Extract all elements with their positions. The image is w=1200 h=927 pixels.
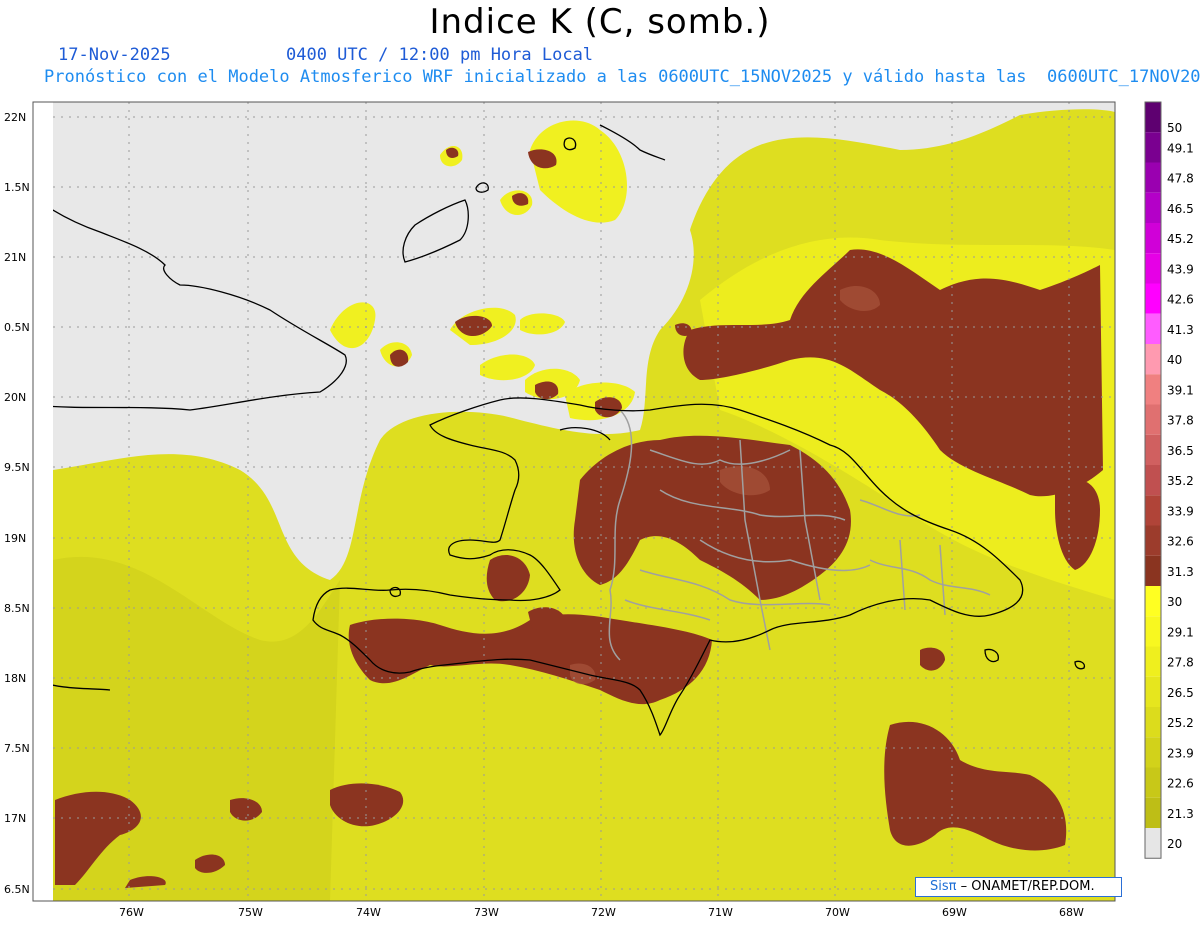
latitude-labels: 22N 1.5N 21N 0.5N 20N 9.5N 19N 8.5N 18N … — [4, 111, 30, 896]
colorbar-label: 45.2 — [1167, 232, 1194, 246]
svg-text:20N: 20N — [4, 391, 26, 404]
colorbar-label: 37.8 — [1167, 414, 1194, 428]
colorbar-label: 35.2 — [1167, 474, 1194, 488]
colorbar-swatch — [1145, 676, 1161, 707]
colorbar-swatch — [1145, 797, 1161, 828]
colorbar-label: 41.3 — [1167, 323, 1194, 337]
colorbar-label: 26.5 — [1167, 686, 1194, 700]
colorbar-swatch — [1145, 586, 1161, 617]
svg-text:76W: 76W — [119, 906, 144, 919]
svg-text:22N: 22N — [4, 111, 26, 124]
sispi-logo: Sisπ — [930, 879, 957, 894]
svg-text:8.5N: 8.5N — [4, 602, 30, 615]
colorbar-label: 47.8 — [1167, 172, 1194, 186]
colorbar-label: 29.1 — [1167, 625, 1194, 639]
longitude-labels: 76W 75W 74W 73W 72W 71W 70W 69W 68W — [119, 906, 1084, 919]
colorbar-label: 49.1 — [1167, 141, 1194, 155]
colorbar-swatch — [1145, 465, 1161, 496]
k-index-map: 22N 1.5N 21N 0.5N 20N 9.5N 19N 8.5N 18N … — [4, 101, 1194, 919]
colorbar-label: 21.3 — [1167, 807, 1194, 821]
colorbar-swatch — [1145, 434, 1161, 465]
colorbar-swatch — [1145, 132, 1161, 163]
colorbar-swatch — [1145, 737, 1161, 768]
svg-text:7.5N: 7.5N — [4, 742, 30, 755]
credit-box: Sisπ – ONAMET/REP.DOM. — [915, 877, 1122, 897]
colorbar-swatch — [1145, 223, 1161, 254]
colorbar-label: 20 — [1167, 837, 1182, 851]
svg-text:71W: 71W — [708, 906, 733, 919]
colorbar-swatch — [1145, 344, 1161, 375]
svg-text:9.5N: 9.5N — [4, 461, 30, 474]
colorbar-label: 33.9 — [1167, 504, 1194, 518]
svg-text:75W: 75W — [238, 906, 263, 919]
colorbar-swatch — [1145, 525, 1161, 556]
svg-text:17N: 17N — [4, 812, 26, 825]
colorbar-swatch — [1145, 162, 1161, 193]
colorbar-label: 32.6 — [1167, 535, 1194, 549]
colorbar-label: 27.8 — [1167, 656, 1194, 670]
colorbar: 50 49.1 47.8 46.5 45.2 43.9 42.6 41.3 40 39.1 37.8… — [1144, 101, 1194, 859]
colorbar-swatch — [1145, 374, 1161, 405]
colorbar-swatch — [1145, 102, 1161, 133]
colorbar-swatch — [1145, 616, 1161, 647]
svg-text:21N: 21N — [4, 251, 26, 264]
svg-text:18N: 18N — [4, 672, 26, 685]
svg-text:68W: 68W — [1059, 906, 1084, 919]
svg-text:6.5N: 6.5N — [4, 883, 30, 896]
colorbar-label: 40 — [1167, 353, 1182, 367]
colorbar-label: 23.9 — [1167, 746, 1194, 760]
colorbar-swatch — [1145, 313, 1161, 344]
colorbar-label: 42.6 — [1167, 293, 1194, 307]
svg-text:19N: 19N — [4, 532, 26, 545]
credit-text: – ONAMET/REP.DOM. — [956, 879, 1095, 894]
colorbar-swatch — [1145, 495, 1161, 526]
colorbar-swatch — [1145, 253, 1161, 284]
colorbar-swatch — [1145, 283, 1161, 314]
colorbar-swatch — [1145, 555, 1161, 586]
svg-text:74W: 74W — [356, 906, 381, 919]
svg-text:72W: 72W — [591, 906, 616, 919]
colorbar-label: 46.5 — [1167, 202, 1194, 216]
colorbar-swatch — [1145, 192, 1161, 223]
colorbar-label: 30 — [1167, 595, 1182, 609]
colorbar-label: 39.1 — [1167, 383, 1194, 397]
colorbar-swatch — [1145, 646, 1161, 677]
colorbar-label: 36.5 — [1167, 444, 1194, 458]
svg-text:69W: 69W — [942, 906, 967, 919]
colorbar-swatch — [1145, 767, 1161, 798]
colorbar-label: 25.2 — [1167, 716, 1194, 730]
colorbar-label: 50 — [1167, 121, 1182, 135]
colorbar-swatch — [1145, 707, 1161, 738]
svg-text:1.5N: 1.5N — [4, 181, 30, 194]
svg-text:0.5N: 0.5N — [4, 321, 30, 334]
colorbar-swatch — [1145, 828, 1161, 859]
colorbar-label: 31.3 — [1167, 565, 1194, 579]
colorbar-swatch — [1145, 404, 1161, 435]
svg-text:70W: 70W — [825, 906, 850, 919]
svg-text:73W: 73W — [474, 906, 499, 919]
colorbar-label: 43.9 — [1167, 262, 1194, 276]
colorbar-label: 22.6 — [1167, 777, 1194, 791]
